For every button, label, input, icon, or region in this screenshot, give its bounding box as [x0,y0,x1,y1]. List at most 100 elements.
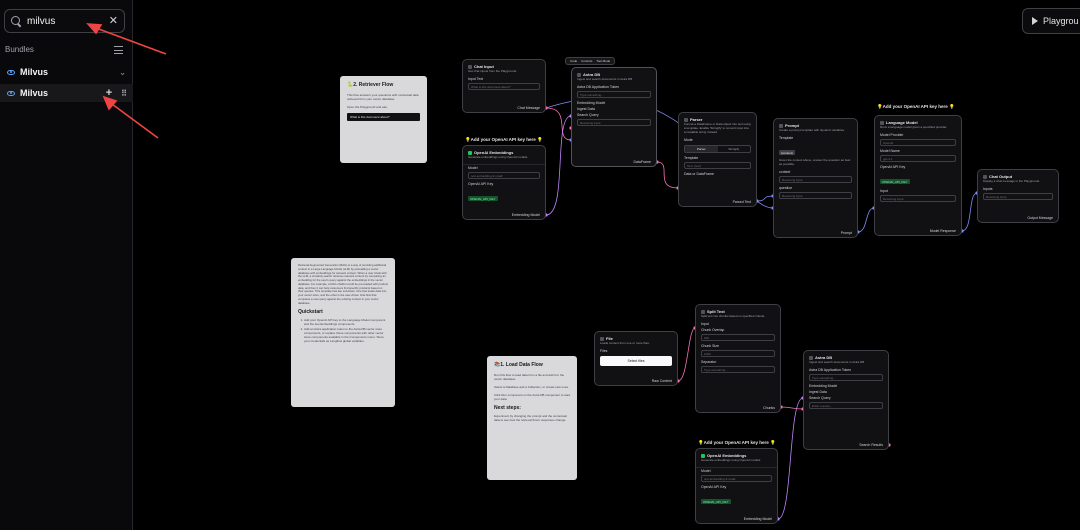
note-heading: Next steps: [494,405,521,412]
flow-canvas[interactable]: Playgrou 🐍2. Retriever Flow This flow an… [133,0,1080,530]
bundles-header: Bundles [5,45,123,54]
note-text: Run this flow to load data from a file a… [494,373,565,382]
node-file[interactable]: File Loads content from one or more file… [594,331,678,386]
search-query-field[interactable]: Enter a query... [809,401,883,409]
tab-parser[interactable]: Parser [685,145,718,152]
hint-label: 💡Add your OpenAI API key here 💡 [698,440,776,445]
hint-label: 💡Add your OpenAI API key here 💡 [465,137,543,142]
chunk-size-field[interactable]: 1000 [701,349,775,357]
field-label: Files [600,348,608,353]
playground-button[interactable]: Playgrou [1022,8,1080,34]
playground-label: Playgrou [1043,16,1079,26]
note-text: Retrieval Augmented Generation (RAG) is … [298,263,388,305]
node-prompt[interactable]: Prompt Create a prompt template with dyn… [773,118,858,238]
inputs-field[interactable]: Receiving input [983,192,1053,200]
output-label: Chunks [763,406,775,410]
chevron-down-icon[interactable]: ⌄ [119,68,126,77]
note-text: Select a Database and a Collection, or c… [494,385,569,390]
output-label: Chat Message [517,106,540,110]
chat-icon [468,64,472,69]
controls-button[interactable]: Controls [581,59,592,63]
field-label: Input Text [468,76,484,81]
node-chat-input[interactable]: Chat Input Get chat inputs from the Play… [462,59,546,113]
node-language-model[interactable]: Language Model Runs a language model giv… [874,115,962,236]
field-label: Inputs [983,186,993,191]
search-query-field[interactable]: Receiving input [577,118,651,126]
note-text: Open the Playground and ask, [347,105,388,110]
output-label: Raw Content [651,379,672,383]
node-astra-db[interactable]: Astra DB Ingest and search documents in … [571,67,657,167]
api-key-badge[interactable]: OPENAI_API_KEY [468,196,498,202]
note-list-item: Add your OpenAI API key to the Language … [304,318,388,326]
output-label: Embedding Model [743,517,772,521]
note-retriever-flow[interactable]: 🐍2. Retriever Flow This flow answers you… [340,76,427,163]
model-select[interactable]: text-embedding-3-small [468,171,540,179]
output-label: Search Results [859,443,883,447]
bundles-label: Bundles [5,45,34,54]
node-parser[interactable]: Parser Format a DataFrame or Data object… [678,112,757,207]
drag-handle-icon[interactable]: ⠿ [121,89,127,98]
code-button[interactable]: Code [570,59,577,63]
model-select[interactable]: text-embedding-3-small [701,474,772,482]
note-intro[interactable]: Retrieval Augmented Generation (RAG) is … [291,258,395,407]
output-label: DataFrame [633,160,651,164]
plus-icon[interactable]: + [106,87,112,99]
node-openai-embeddings[interactable]: OpenAI Embeddings Generate embeddings us… [462,145,546,220]
field-label: Input [880,188,888,193]
token-field[interactable]: Type something... [809,373,883,381]
token-field[interactable]: Type something... [577,90,651,98]
node-chat-output[interactable]: Chat Output Display a chat message in th… [977,169,1059,223]
component-item-milvus[interactable]: Milvus + ⠿ [0,84,133,102]
question-field[interactable]: Receiving input [779,191,852,199]
search-icon [11,15,22,27]
note-load-data-flow[interactable]: 📚1. Load Data Flow Run this flow to load… [487,356,577,480]
search-box[interactable]: ✕ [4,9,125,33]
database-icon [577,72,581,77]
api-key-badge[interactable]: OPENAI_API_KEY [701,499,731,505]
database-icon [809,355,813,360]
field-label: Model [468,165,478,170]
input-text-field[interactable]: What is this document about? [468,82,540,90]
braces-icon [684,117,688,122]
node-split-text[interactable]: Split Text Split text into chunks based … [695,304,781,413]
note-text: Experiment by changing the prompt and th… [494,414,567,423]
context-field[interactable]: Receiving input [779,175,852,183]
field-label: Separator [701,359,717,364]
separator-field[interactable]: Type something... [701,365,775,373]
note-text: Click Run component on the Astra DB comp… [494,393,570,402]
field-label: Model [701,468,711,473]
output-label: Parsed Text [732,200,751,204]
select-files-button[interactable]: Select files [600,355,672,366]
terminal-icon [779,123,783,128]
eye-icon [7,69,15,75]
tab-stringify[interactable]: Stringify [718,146,751,152]
note-title: 🐍2. Retriever Flow [347,82,394,88]
edge-parser-prompt [756,195,774,202]
node-openai-embeddings[interactable]: OpenAI Embeddings Generate embeddings us… [695,448,778,524]
close-icon[interactable]: ✕ [109,15,118,27]
edge-astra-parser [656,161,679,189]
component-item-label: Milvus [20,88,49,98]
template-field[interactable]: Text: {text} [684,161,751,169]
chunk-overlap-field[interactable]: 200 [701,333,775,341]
provider-select[interactable]: OpenAI [880,138,956,146]
api-key-badge[interactable]: OPENAI_API_KEY [880,179,910,185]
app-root: ✕ Bundles Milvus ⌄ Milvus + ⠿ Playgrou [0,0,1080,530]
note-text: This flow answers your questions with co… [347,93,419,102]
mode-tabs[interactable]: Parser Stringify [684,144,751,153]
field-label: Template [779,135,794,140]
tool-mode-toggle[interactable]: Tool Mode [596,59,610,63]
input-field[interactable]: Receiving input [880,194,956,202]
bundle-item-milvus[interactable]: Milvus ⌄ [0,63,133,81]
node-astra-db[interactable]: Astra DB Ingest and search documents in … [803,350,889,450]
model-select[interactable]: gpt-4.1 [880,154,956,162]
template-body: Given the context above, answer the ques… [779,157,851,166]
filter-icon[interactable] [114,45,123,54]
hint-label: 💡Add your OpenAI API key here 💡 [877,104,955,109]
field-label: OpenAI API Key [468,181,494,186]
chat-icon [983,174,987,179]
edge-prompt-lm [857,207,875,233]
field-label: Astra DB Application Token [809,367,852,372]
search-input[interactable] [27,15,104,27]
note-title: 📚1. Load Data Flow [494,362,543,368]
